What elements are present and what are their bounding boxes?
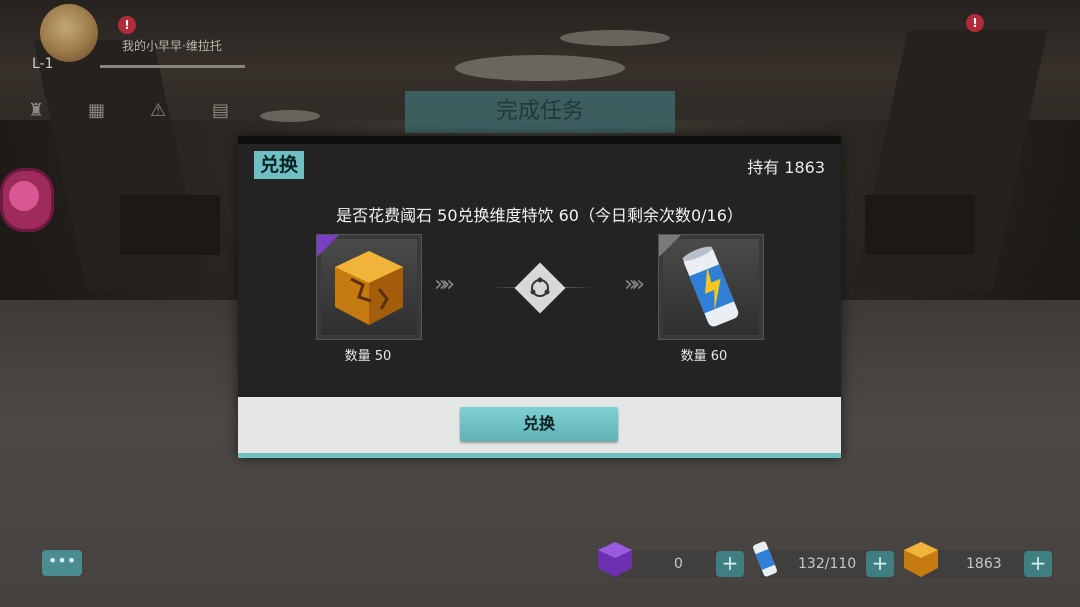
exchange-dialog: 兑换 持有 1863 是否花费阈石 50兑换维度特饮 60（今日剩余次数0/16…	[238, 136, 841, 458]
dialog-top-bar	[238, 136, 841, 144]
dialog-accent-bar	[238, 453, 841, 458]
xp-bar	[100, 65, 245, 68]
rarity-corner	[317, 235, 339, 257]
resource-value: 0	[674, 556, 683, 572]
player-name: 我的小早早·维拉托	[122, 39, 222, 53]
confirm-exchange-button[interactable]: 兑换	[460, 407, 618, 441]
energy-drink-icon	[753, 541, 777, 577]
dialog-footer: 兑换	[238, 397, 841, 453]
reward-quantity: 数量 60	[680, 349, 728, 364]
player-level: L-1	[32, 56, 54, 72]
mail-icon[interactable]: ▤	[212, 100, 229, 121]
resource-value: 132/110	[798, 556, 857, 572]
dialog-title: 兑换	[254, 151, 305, 179]
arrow-icon: »»	[624, 272, 645, 297]
calendar-icon[interactable]: ▦	[88, 100, 105, 121]
character-face-icon	[9, 181, 39, 211]
cost-quantity: 数量 50	[344, 349, 392, 364]
alert-badge: !	[118, 16, 136, 34]
cost-item-slot[interactable]	[316, 234, 422, 340]
rank-icon[interactable]: ♜	[28, 100, 44, 121]
add-resource-button[interactable]: +	[866, 551, 894, 577]
chat-button[interactable]: •••	[42, 550, 82, 576]
add-resource-button[interactable]: +	[716, 551, 744, 577]
purple-cube-icon	[598, 542, 632, 577]
reward-item-slot[interactable]	[658, 234, 764, 340]
amber-cube-icon	[904, 542, 938, 577]
add-resource-button[interactable]: +	[1024, 551, 1052, 577]
arrow-icon: »»	[434, 272, 455, 297]
side-character-button[interactable]	[0, 168, 54, 232]
background-task-title: 完成任务	[405, 91, 675, 133]
warning-icon[interactable]: ⚠	[150, 100, 166, 121]
rarity-corner	[659, 235, 681, 257]
owned-count: 持有 1863	[747, 158, 825, 177]
player-avatar[interactable]	[40, 4, 98, 62]
resource-value: 1863	[966, 556, 1002, 572]
alert-badge: !	[966, 14, 984, 32]
exchange-question: 是否花费阈石 50兑换维度特饮 60（今日剩余次数0/16）	[336, 206, 743, 225]
exchange-circle-icon	[530, 277, 550, 297]
